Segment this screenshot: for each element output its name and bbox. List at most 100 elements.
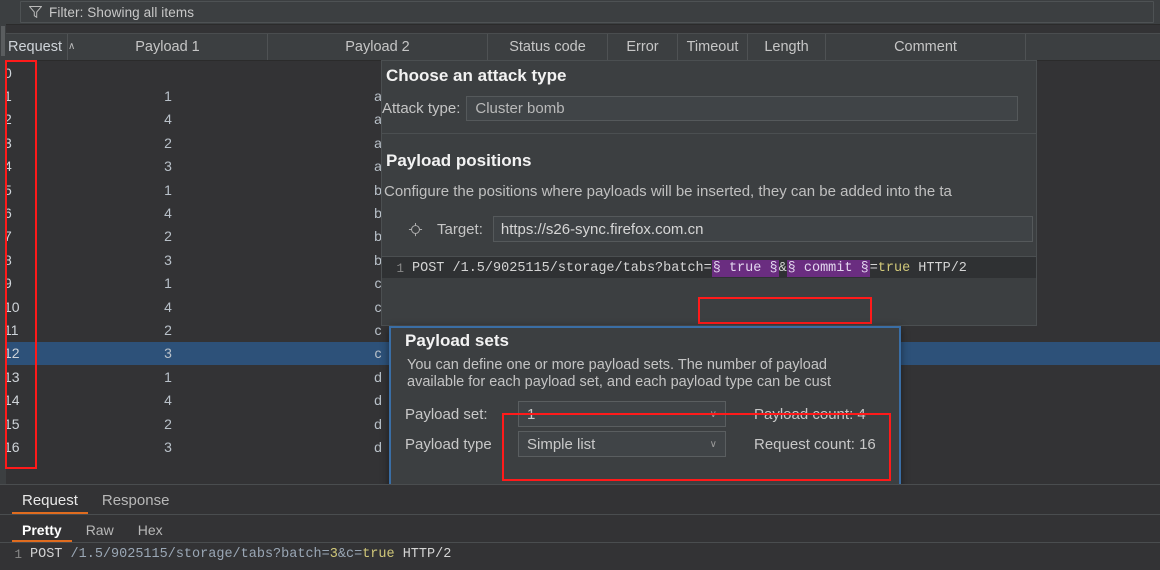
message-tabs: Request Response bbox=[0, 485, 1160, 515]
column-header-payload-2[interactable]: Payload 2 bbox=[268, 34, 488, 60]
column-header-error[interactable]: Error bbox=[608, 34, 678, 60]
view-tabs: Pretty Raw Hex bbox=[0, 515, 1160, 543]
cell-request: 2 bbox=[4, 111, 12, 128]
cell-request: 11 bbox=[4, 321, 19, 338]
column-header-label: Payload 1 bbox=[135, 39, 200, 55]
cell-request: 1 bbox=[4, 88, 12, 105]
cell-p1: 3 bbox=[164, 158, 172, 175]
cell-request: 9 bbox=[4, 275, 12, 292]
burp-intruder-window: Filter: Showing all items Request ∧ Payl… bbox=[0, 0, 1160, 570]
cell-p1: 3 bbox=[164, 251, 172, 268]
column-header-comment[interactable]: Comment bbox=[826, 34, 1026, 60]
column-header-length[interactable]: Length bbox=[748, 34, 826, 60]
column-header-request[interactable]: Request ∧ bbox=[0, 34, 75, 60]
filter-label: Filter: Showing all items bbox=[49, 4, 195, 20]
payload-type-value: Simple list bbox=[527, 435, 596, 453]
request-path: /1.5/9025115/storage/tabs?batch= bbox=[70, 547, 330, 562]
attack-type-select[interactable]: Cluster bomb bbox=[466, 96, 1019, 121]
request-protocol: HTTP/2 bbox=[394, 547, 452, 562]
cell-p1: 1 bbox=[164, 368, 172, 385]
payload-set-label: Payload set: bbox=[405, 405, 488, 423]
chevron-down-icon: ∨ bbox=[709, 438, 717, 450]
cell-request: 15 bbox=[4, 415, 20, 432]
request-line-amp: & bbox=[778, 261, 787, 276]
column-header-timeout[interactable]: Timeout bbox=[678, 34, 748, 60]
request-count-label: Request count: 16 bbox=[754, 435, 876, 453]
request-editor-positions[interactable]: 1 POST /1.5/9025115/storage/tabs?batch= … bbox=[382, 256, 1036, 278]
target-row: Target: https://s26-sync.firefox.com.cn bbox=[408, 216, 1036, 242]
table-vertical-scrollbar[interactable] bbox=[0, 24, 6, 484]
cell-request: 4 bbox=[4, 158, 12, 175]
tab-request[interactable]: Request bbox=[10, 492, 90, 514]
chevron-down-icon: ∨ bbox=[709, 408, 717, 420]
line-number: 1 bbox=[396, 261, 404, 276]
cell-request: 10 bbox=[4, 298, 20, 315]
cell-p1: 4 bbox=[164, 205, 172, 222]
cell-request: 14 bbox=[4, 392, 20, 409]
filter-bar: Filter: Showing all items bbox=[0, 0, 1160, 25]
cell-p1: 4 bbox=[164, 298, 172, 315]
line-number: 1 bbox=[14, 547, 22, 562]
tab-response[interactable]: Response bbox=[90, 492, 182, 514]
message-viewer: Request Response Pretty Raw Hex 1 POST /… bbox=[0, 484, 1160, 570]
cell-request: 7 bbox=[4, 228, 12, 245]
cell-p1: 4 bbox=[164, 392, 172, 409]
attack-type-label: Attack type: bbox=[382, 100, 461, 117]
payload-type-row: Payload type Simple list ∨ Request count… bbox=[405, 429, 899, 459]
payload-marker-1[interactable]: § true § bbox=[711, 260, 779, 277]
payload-positions-description: Configure the positions where payloads w… bbox=[384, 183, 952, 200]
payload-positions-heading: Payload positions bbox=[386, 151, 532, 170]
cell-p1: 3 bbox=[164, 345, 172, 362]
column-header-label: Timeout bbox=[686, 39, 739, 55]
target-label: Target: bbox=[437, 220, 483, 238]
cell-request: 6 bbox=[4, 205, 12, 222]
scrollbar-thumb[interactable] bbox=[1, 26, 5, 56]
cell-p1: 1 bbox=[164, 88, 172, 105]
tab-pretty[interactable]: Pretty bbox=[10, 522, 74, 542]
cell-p1: 2 bbox=[164, 228, 172, 245]
request-c-value: true bbox=[362, 547, 395, 562]
request-line-value: true bbox=[877, 261, 911, 276]
cell-p1: 1 bbox=[164, 181, 172, 198]
payload-sets-description-line-2: available for each payload set, and each… bbox=[407, 374, 832, 390]
cell-request: 16 bbox=[4, 438, 20, 455]
column-header-label: Length bbox=[764, 39, 809, 55]
payload-sets-fields: Payload set: 1 ∨ Payload count: 4 Payloa… bbox=[391, 399, 899, 459]
request-line-suffix: HTTP/2 bbox=[910, 261, 967, 276]
request-batch-value: 3 bbox=[329, 547, 338, 562]
attack-type-row: Attack type: Cluster bomb bbox=[382, 96, 1036, 121]
payload-marker-2[interactable]: § commit § bbox=[786, 260, 870, 277]
cell-p1: 2 bbox=[164, 134, 172, 151]
filter-input[interactable]: Filter: Showing all items bbox=[20, 1, 1154, 23]
column-header-label: Request bbox=[8, 39, 63, 55]
table-header-row: Request ∧ Payload 1 Payload 2 Status cod… bbox=[0, 33, 1160, 61]
column-header-status-code[interactable]: Status code bbox=[488, 34, 608, 60]
payload-sets-dialog: Payload sets You can define one or more … bbox=[389, 326, 901, 493]
attack-config-panel: Choose an attack type Attack type: Clust… bbox=[381, 60, 1037, 326]
funnel-icon bbox=[29, 6, 42, 18]
payload-count-label: Payload count: 4 bbox=[754, 405, 866, 423]
payload-type-select[interactable]: Simple list ∨ bbox=[518, 431, 726, 457]
column-header-label: Comment bbox=[894, 39, 957, 55]
column-header-label: Error bbox=[626, 39, 659, 55]
payload-type-label: Payload type bbox=[405, 435, 492, 453]
cell-request: 3 bbox=[4, 134, 12, 151]
tab-hex[interactable]: Hex bbox=[126, 522, 175, 542]
request-method: POST bbox=[30, 547, 71, 562]
request-param-c: &c= bbox=[337, 547, 363, 562]
payload-sets-description-line-1: You can define one or more payload sets.… bbox=[407, 357, 827, 373]
cell-request: 0 bbox=[4, 64, 12, 81]
payload-set-value: 1 bbox=[527, 405, 536, 423]
cell-request: 12 bbox=[4, 345, 20, 362]
payload-set-select[interactable]: 1 ∨ bbox=[518, 401, 726, 427]
cell-request: 5 bbox=[4, 181, 12, 198]
cell-p1: 1 bbox=[164, 275, 172, 292]
payload-sets-heading: Payload sets bbox=[405, 331, 509, 350]
cell-p1: 2 bbox=[164, 321, 172, 338]
cell-request: 13 bbox=[4, 368, 20, 385]
target-input[interactable]: https://s26-sync.firefox.com.cn bbox=[492, 216, 1033, 242]
tab-raw[interactable]: Raw bbox=[74, 522, 126, 542]
request-line-eq: = bbox=[869, 261, 878, 276]
crosshair-icon bbox=[408, 222, 423, 236]
column-header-payload-1[interactable]: Payload 1 bbox=[68, 34, 268, 60]
